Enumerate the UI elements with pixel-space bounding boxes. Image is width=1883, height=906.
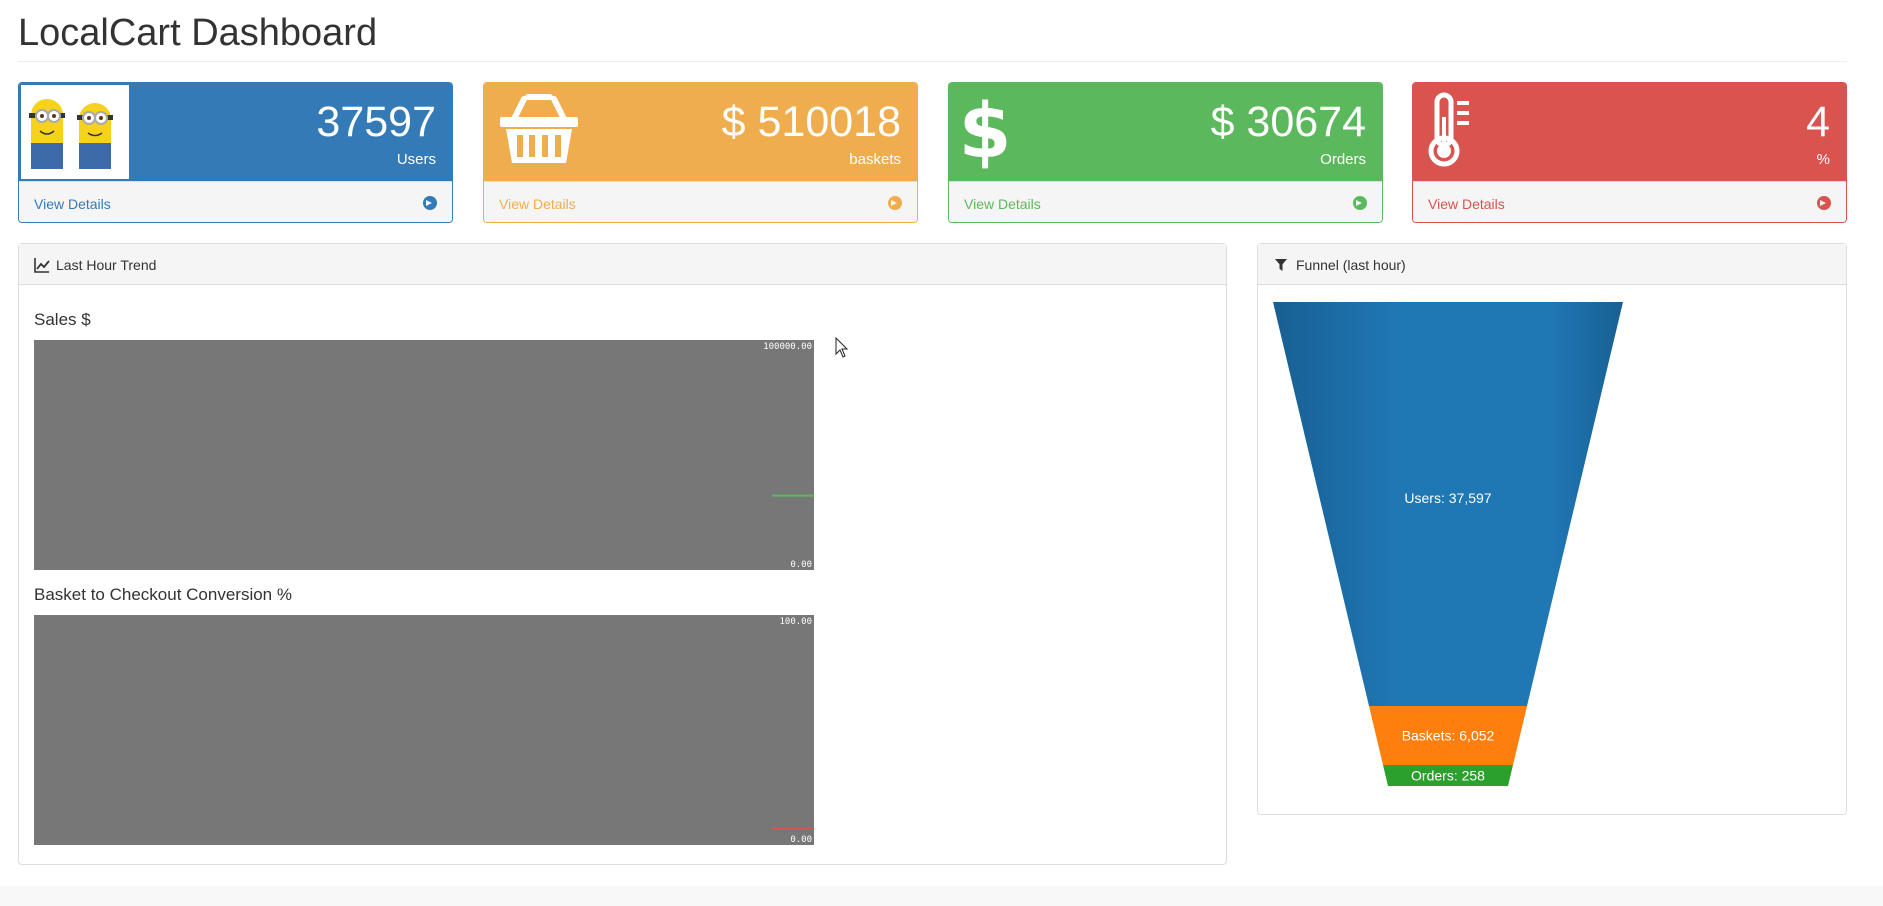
orders-card-footer[interactable]: View Details xyxy=(949,181,1382,222)
trend-panel: Last Hour Trend Sales $ 100000.00 0.00 B… xyxy=(18,243,1227,865)
baskets-card-footer[interactable]: View Details xyxy=(484,181,917,222)
funnel-panel: Funnel (last hour) Users: 37,597 Baskets:… xyxy=(1257,243,1847,815)
svg-text:$: $ xyxy=(961,91,1009,169)
sales-chart: 100000.00 0.00 xyxy=(34,340,814,570)
conversion-chart-title: Basket to Checkout Conversion % xyxy=(34,585,292,604)
sales-chart-title: Sales $ xyxy=(34,310,91,329)
dashboard-page: LocalCart Dashboard 37597 Users View Det… xyxy=(0,0,1883,886)
baskets-card-header: $ 510018 baskets xyxy=(484,83,917,181)
thermometer-icon xyxy=(1428,92,1469,167)
funnel-chart: Users: 37,597 Baskets: 6,052 Orders: 258 xyxy=(1273,302,1623,786)
conversion-label: % xyxy=(1816,151,1830,168)
users-card-footer[interactable]: View Details xyxy=(19,181,452,222)
trend-panel-header: Last Hour Trend xyxy=(19,244,1226,285)
baskets-label: baskets xyxy=(849,151,901,168)
users-card-header: 37597 Users xyxy=(19,83,452,181)
funnel-panel-title: Funnel (last hour) xyxy=(1296,257,1406,273)
funnel-segment-baskets-label: Baskets: 6,052 xyxy=(1402,728,1495,744)
conversion-card-header: 4 % xyxy=(1413,83,1846,181)
arrow-circle-right-icon[interactable] xyxy=(423,196,437,210)
funnel-segment-orders-label: Orders: 258 xyxy=(1411,768,1485,784)
funnel-segment-users-label: Users: 37,597 xyxy=(1404,490,1491,506)
users-label: Users xyxy=(396,151,436,168)
arrow-circle-right-icon[interactable] xyxy=(1353,196,1367,210)
conversion-value: 4 xyxy=(1806,98,1830,146)
minions-avatar xyxy=(21,85,129,179)
trend-panel-title: Last Hour Trend xyxy=(56,257,157,273)
page-title: LocalCart Dashboard xyxy=(18,12,378,54)
conversion-card-footer[interactable]: View Details xyxy=(1413,181,1846,222)
baskets-view-details-link[interactable]: View Details xyxy=(499,196,576,212)
baskets-value: $ 510018 xyxy=(721,98,901,146)
orders-card-header: $ $ 30674 Orders xyxy=(949,83,1382,181)
mouse-cursor-icon xyxy=(835,337,849,358)
users-count: 37597 xyxy=(316,98,436,146)
arrow-circle-right-icon[interactable] xyxy=(888,196,902,210)
title-divider xyxy=(18,61,1847,62)
shopping-basket-icon xyxy=(500,94,578,163)
arrow-circle-right-icon[interactable] xyxy=(1817,196,1831,210)
funnel-panel-header: Funnel (last hour) xyxy=(1258,244,1846,285)
line-chart-icon xyxy=(34,258,50,273)
orders-view-details-link[interactable]: View Details xyxy=(964,196,1041,212)
users-view-details-link[interactable]: View Details xyxy=(34,196,111,212)
baskets-card: $ 510018 baskets View Details xyxy=(483,82,918,223)
conversion-card: 4 % View Details xyxy=(1412,82,1847,223)
conversion-view-details-link[interactable]: View Details xyxy=(1428,196,1505,212)
users-card: 37597 Users View Details xyxy=(18,82,453,223)
dollar-icon: $ xyxy=(961,91,1009,169)
orders-label: Orders xyxy=(1320,151,1366,168)
orders-card: $ $ 30674 Orders View Details xyxy=(948,82,1383,223)
filter-icon xyxy=(1275,259,1287,271)
orders-value: $ 30674 xyxy=(1210,98,1366,146)
conversion-chart: 100.00 0.00 xyxy=(34,615,814,845)
